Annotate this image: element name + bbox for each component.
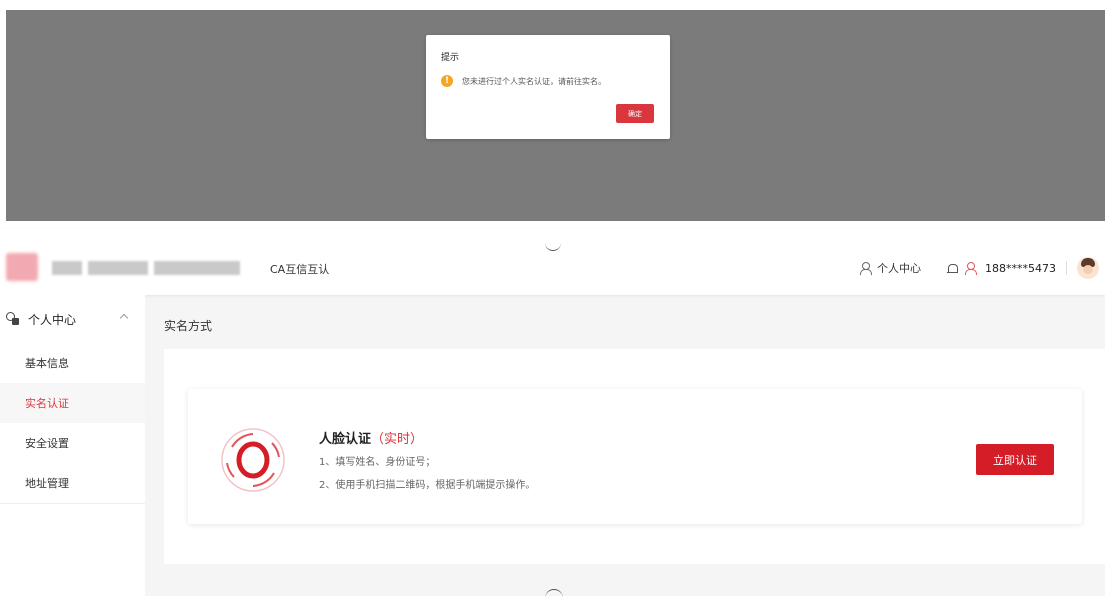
face-recognition-icon bbox=[221, 428, 285, 492]
sidebar-divider bbox=[0, 503, 145, 504]
nav-user-account[interactable]: 188****5473 bbox=[965, 262, 1056, 275]
header-nav: 个人中心 188****5473 bbox=[859, 255, 1105, 281]
user-icon bbox=[859, 262, 872, 275]
sidebar-group-personal-center[interactable]: 个人中心 bbox=[0, 295, 145, 343]
sidebar-item-basic-info[interactable]: 基本信息 bbox=[0, 343, 145, 383]
user-phone: 188****5473 bbox=[985, 261, 1056, 275]
brand-name: CA互信互认 bbox=[270, 263, 330, 276]
avatar[interactable] bbox=[1077, 257, 1099, 279]
verify-now-button[interactable]: 立即认证 bbox=[976, 444, 1054, 475]
section-title: 实名方式 bbox=[164, 319, 213, 333]
sidebar: 个人中心 基本信息 实名认证 安全设置 地址管理 bbox=[0, 295, 145, 596]
card-step-1: 1、填写姓名、身份证号； bbox=[319, 457, 436, 468]
warning-icon: ! bbox=[441, 75, 453, 87]
loading-arc bbox=[545, 243, 561, 251]
sidebar-item-security[interactable]: 安全设置 bbox=[0, 423, 145, 463]
card-tag: （实时） bbox=[371, 432, 424, 447]
header: CA互信互认 个人中心 188****5473 bbox=[0, 229, 1105, 295]
face-verification-card: 人脸认证（实时） 1、填写姓名、身份证号； 2、使用手机扫描二维码，根据手机端提… bbox=[188, 389, 1082, 524]
site-logo[interactable] bbox=[6, 253, 240, 283]
page: CA互信互认 个人中心 188****5473 个人中心 基本信息 实名认证 安… bbox=[0, 229, 1105, 596]
dialog-title: 提示 bbox=[441, 53, 460, 63]
sidebar-item-address[interactable]: 地址管理 bbox=[0, 463, 145, 503]
confirm-button[interactable]: 确定 bbox=[616, 104, 654, 123]
user-red-icon bbox=[965, 262, 977, 275]
nav-personal-center-label: 个人中心 bbox=[877, 262, 921, 275]
card-step-2: 2、使用手机扫描二维码，根据手机端提示操作。 bbox=[319, 480, 536, 491]
personal-center-icon bbox=[6, 312, 20, 326]
bell-icon[interactable] bbox=[947, 263, 958, 274]
dialog-body: ! 您未进行过个人实名认证，请前往实名。 bbox=[441, 75, 606, 87]
card-title: 人脸认证（实时） bbox=[319, 428, 423, 447]
dialog-message: 您未进行过个人实名认证，请前往实名。 bbox=[462, 76, 606, 86]
nav-personal-center[interactable]: 个人中心 bbox=[859, 260, 921, 276]
nav-divider bbox=[1066, 261, 1067, 275]
prompt-dialog: 提示 ! 您未进行过个人实名认证，请前往实名。 确定 bbox=[426, 35, 670, 139]
content-box: 人脸认证（实时） 1、填写姓名、身份证号； 2、使用手机扫描二维码，根据手机端提… bbox=[164, 349, 1105, 564]
sidebar-item-real-name[interactable]: 实名认证 bbox=[0, 383, 145, 423]
modal-overlay: 提示 ! 您未进行过个人实名认证，请前往实名。 确定 bbox=[6, 10, 1105, 221]
loading-arc-bottom bbox=[545, 589, 563, 599]
sidebar-group-label: 个人中心 bbox=[28, 312, 77, 327]
chevron-up-icon bbox=[119, 313, 129, 323]
card-title-text: 人脸认证 bbox=[319, 432, 372, 447]
